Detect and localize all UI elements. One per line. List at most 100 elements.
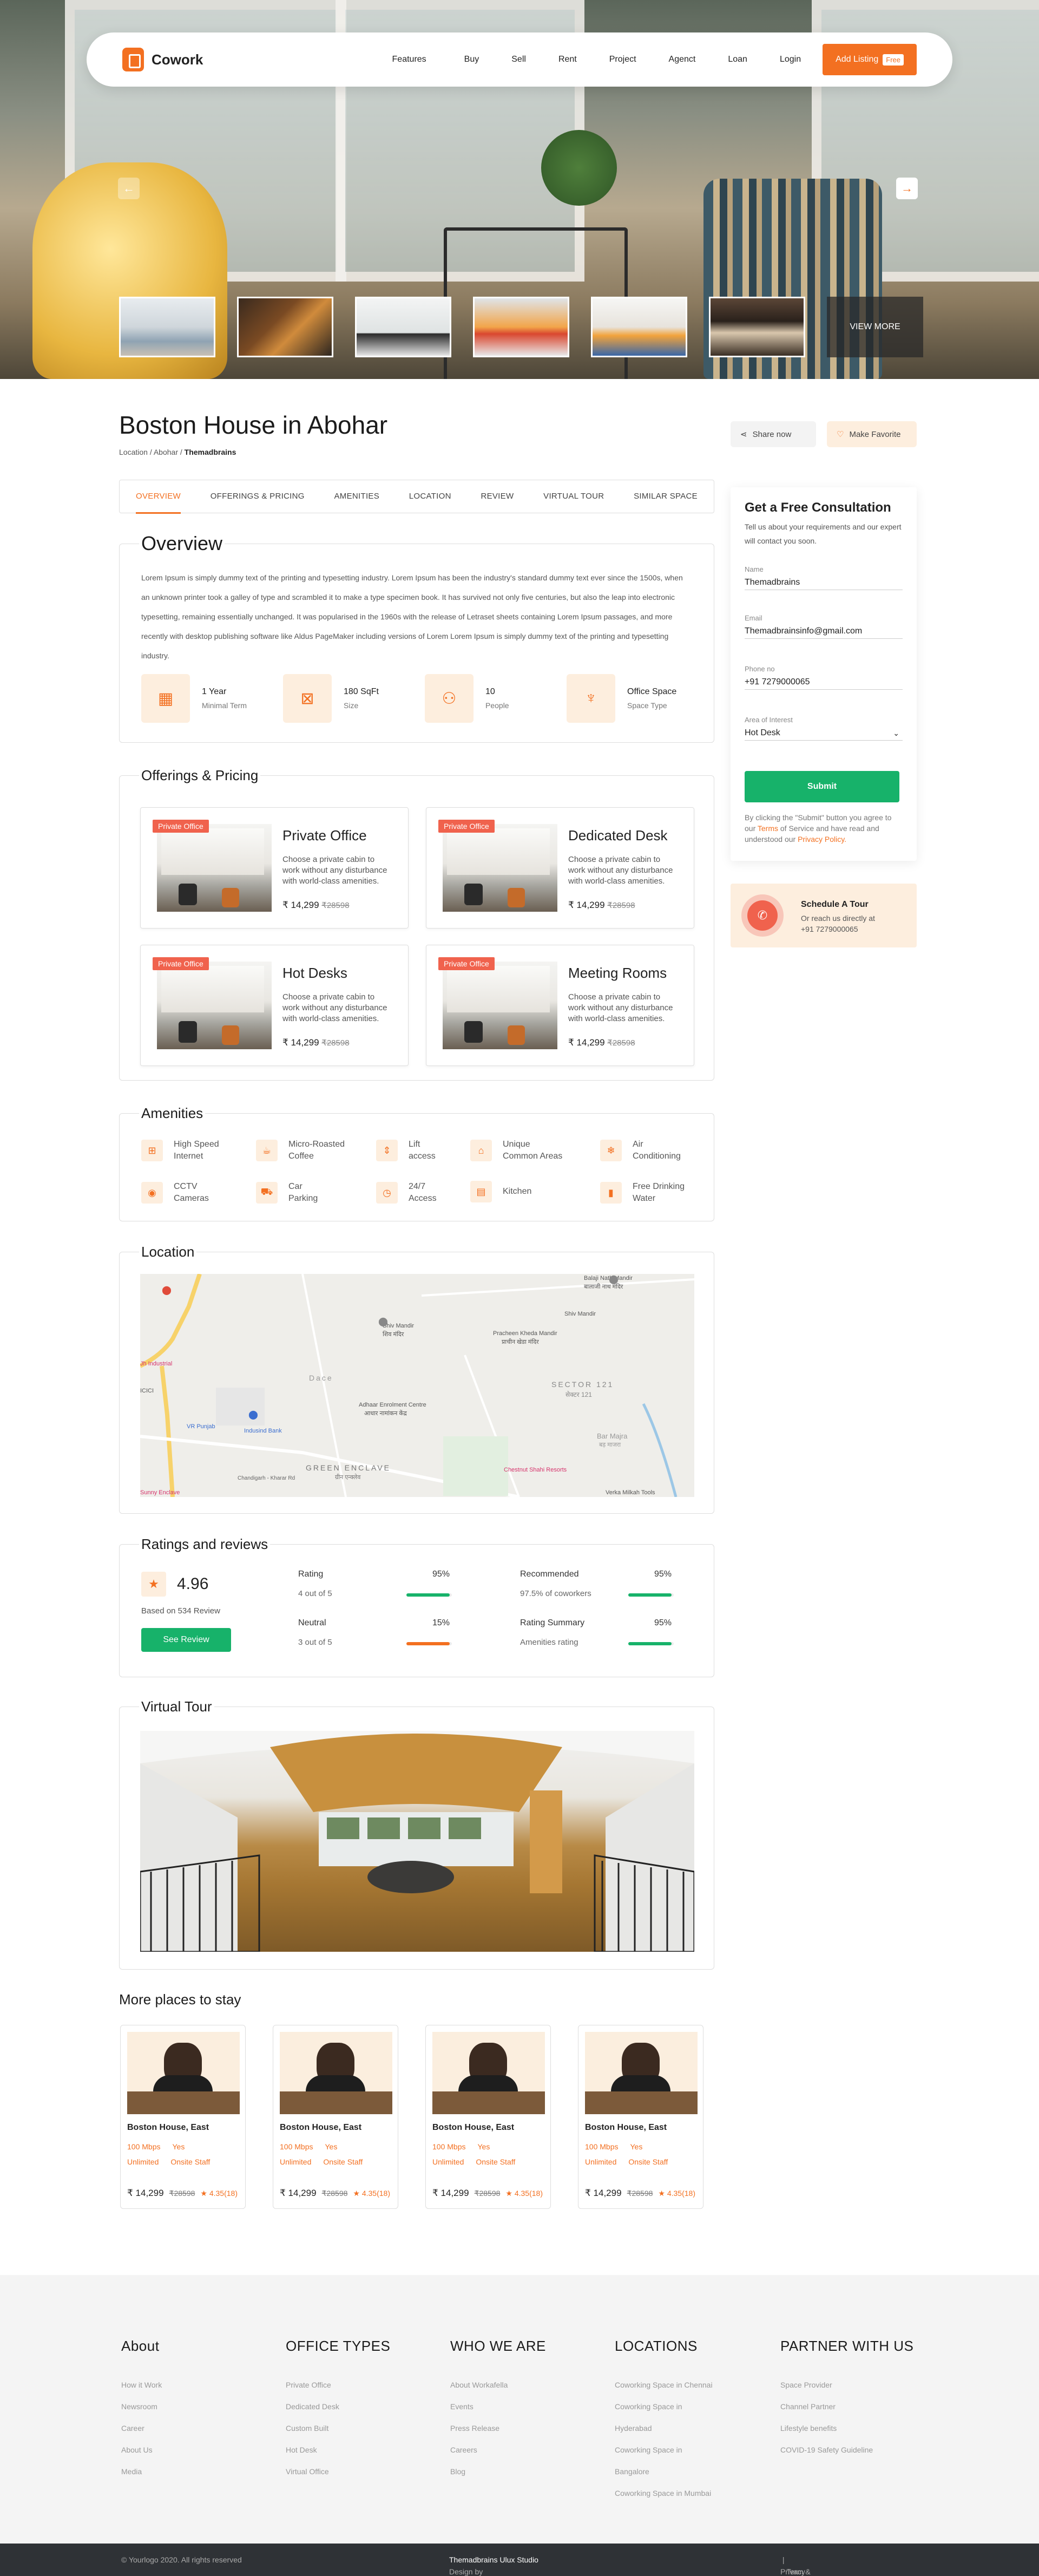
footer-link[interactable]: How it Work [121, 2374, 162, 2396]
gallery-thumb[interactable] [591, 297, 687, 357]
field-label: Email [745, 614, 762, 622]
amenity-line1: High Speed [174, 1140, 219, 1149]
place-card[interactable]: Boston House, East 100 Mbps Yes Unlimited… [425, 2025, 551, 2209]
footer-link[interactable]: Media [121, 2461, 162, 2482]
place-card[interactable]: Boston House, East 100 Mbps Yes Unlimited… [578, 2025, 703, 2209]
footer-link[interactable]: Events [450, 2396, 546, 2417]
gallery-thumb[interactable] [473, 297, 569, 357]
tab-offerings[interactable]: OFFERINGS & PRICING [211, 480, 305, 513]
place-amenity: Onsite Staff [628, 2157, 668, 2166]
virtual-tour-viewer[interactable] [140, 1731, 694, 1952]
see-review-button[interactable]: See Review [141, 1628, 231, 1652]
offering-card[interactable]: Private Office Meeting Rooms Choose a pr… [426, 945, 694, 1066]
place-image [127, 2032, 240, 2114]
place-name: Boston House, East [432, 2123, 515, 2132]
studio-link[interactable]: Themadbrains Ulux Studio [449, 2555, 538, 2564]
place-image [432, 2032, 545, 2114]
offering-card[interactable]: Private Office Dedicated Desk Choose a p… [426, 807, 694, 929]
add-listing-button[interactable]: Add Listing Free [823, 44, 917, 75]
tab-location[interactable]: LOCATION [409, 480, 451, 513]
footer-link[interactable]: Space Provider [780, 2374, 913, 2396]
section-tabs: OVERVIEW OFFERINGS & PRICING AMENITIES L… [119, 480, 714, 514]
footer-heading: PARTNER WITH US [780, 2338, 914, 2354]
footer-link[interactable]: Hyderabad [615, 2417, 713, 2439]
footer-link[interactable]: Coworking Space in [615, 2396, 713, 2417]
nav-buy[interactable]: Buy [464, 55, 479, 64]
breadcrumb-item[interactable]: Location [119, 448, 148, 456]
footer-link[interactable]: Private Office [286, 2374, 390, 2396]
offering-card[interactable]: Private Office Hot Desks Choose a privat… [140, 945, 409, 1066]
map-label: प्राचीन खेडा मंदिर [502, 1339, 539, 1345]
amenity-line2: Internet [174, 1152, 203, 1161]
footer-link[interactable]: Newsroom [121, 2396, 162, 2417]
footer-link[interactable]: Bangalore [615, 2461, 713, 2482]
email-field[interactable]: Email Themadbrainsinfo@gmail.com [745, 614, 903, 639]
favorite-button[interactable]: ♡ Make Favorite [827, 421, 917, 447]
gallery-thumb[interactable] [119, 297, 215, 357]
gallery-thumb[interactable] [355, 297, 451, 357]
footer-link[interactable]: Hot Desk [286, 2439, 390, 2461]
gallery-thumb[interactable] [237, 297, 333, 357]
share-button[interactable]: ⋖ Share now [731, 421, 816, 447]
place-card[interactable]: Boston House, East 100 Mbps Yes Unlimited… [120, 2025, 246, 2209]
footer-link[interactable]: Lifestyle benefits [780, 2417, 913, 2439]
nav-project[interactable]: Project [609, 55, 636, 64]
map-label: Indusind Bank [244, 1428, 282, 1434]
terms-link[interactable]: Term & Condination [786, 2567, 827, 2576]
footer-link[interactable]: Coworking Space in Chennai [615, 2374, 713, 2396]
nav-features[interactable]: Features [392, 55, 426, 64]
footer-link[interactable]: Dedicated Desk [286, 2396, 390, 2417]
schedule-tour-box[interactable]: ✆ Schedule A Tour Or reach us directly a… [731, 884, 917, 947]
area-select[interactable]: Area of Interest Hot Desk ⌄ [745, 716, 903, 741]
amenity-item: ⛟ Car Parking [256, 1181, 364, 1205]
place-amenity: 100 Mbps [585, 2142, 619, 2151]
gallery-thumb[interactable] [709, 297, 805, 357]
tab-virtual-tour[interactable]: VIRTUAL TOUR [543, 480, 604, 513]
map-label: SECTOR 121 [551, 1380, 614, 1389]
tab-overview[interactable]: OVERVIEW [136, 480, 181, 514]
terms-link[interactable]: Terms [758, 824, 778, 833]
progress-bar [406, 1642, 452, 1645]
footer-link[interactable]: Press Release [450, 2417, 546, 2439]
footer-link[interactable]: Channel Partner [780, 2396, 913, 2417]
logo[interactable]: Cowork [122, 48, 203, 71]
tab-review[interactable]: REVIEW [481, 480, 514, 513]
location-map[interactable]: Balaji Nath Mandir बालाजी नाथ मंदिर Shiv… [140, 1274, 694, 1497]
ratings-section: Ratings and reviews ★ 4.96 Based on 534 … [119, 1536, 714, 1677]
nav-loan[interactable]: Loan [728, 55, 747, 64]
footer-link[interactable]: Custom Built [286, 2417, 390, 2439]
footer-link[interactable]: Coworking Space in Mumbai [615, 2482, 713, 2504]
bottom-bar: © Yourlogo 2020. All rights reserved Des… [0, 2544, 1039, 2576]
footer-link[interactable]: COVID-19 Safety Guideline [780, 2439, 913, 2461]
nav-agent[interactable]: Agenct [669, 55, 696, 64]
footer-link[interactable]: Virtual Office [286, 2461, 390, 2482]
footer-link[interactable]: Blog [450, 2461, 546, 2482]
breadcrumb-item[interactable]: Abohar [154, 448, 178, 456]
footer-link[interactable]: Coworking Space in [615, 2439, 713, 2461]
nav-login[interactable]: Login [780, 55, 801, 64]
submit-button[interactable]: Submit [745, 771, 899, 802]
price-value: ₹ 14,299 [432, 2188, 469, 2198]
privacy-link[interactable]: Privacy Policy. [798, 835, 846, 844]
view-more-button[interactable]: VIEW MORE [827, 297, 923, 357]
gallery-prev-button[interactable]: ← [118, 178, 140, 199]
gallery-next-button[interactable]: → [896, 178, 918, 199]
place-amenities: Unlimited Onsite Staff [280, 2157, 363, 2166]
logo-icon [122, 48, 144, 71]
footer-link[interactable]: Career [121, 2417, 162, 2439]
place-card[interactable]: Boston House, East 100 Mbps Yes Unlimited… [273, 2025, 398, 2209]
tab-amenities[interactable]: AMENITIES [334, 480, 379, 513]
place-amenities: Unlimited Onsite Staff [585, 2157, 668, 2166]
schedule-phone[interactable]: +91 7279000065 [801, 925, 858, 933]
name-field[interactable]: Name Themadbrains [745, 565, 903, 590]
footer-link[interactable]: Careers [450, 2439, 546, 2461]
nav-sell[interactable]: Sell [511, 55, 526, 64]
offering-card[interactable]: Private Office Private Office Choose a p… [140, 807, 409, 929]
ac-icon: ❄ [600, 1140, 622, 1161]
phone-field[interactable]: Phone no +91 7279000065 [745, 665, 903, 690]
footer-link[interactable]: About Us [121, 2439, 162, 2461]
nav-rent[interactable]: Rent [558, 55, 577, 64]
page: Cowork Features Buy Sell Rent Project Ag… [0, 0, 1039, 2576]
footer-link[interactable]: About Workafella [450, 2374, 546, 2396]
tab-similar-space[interactable]: SIMILAR SPACE [634, 480, 698, 513]
